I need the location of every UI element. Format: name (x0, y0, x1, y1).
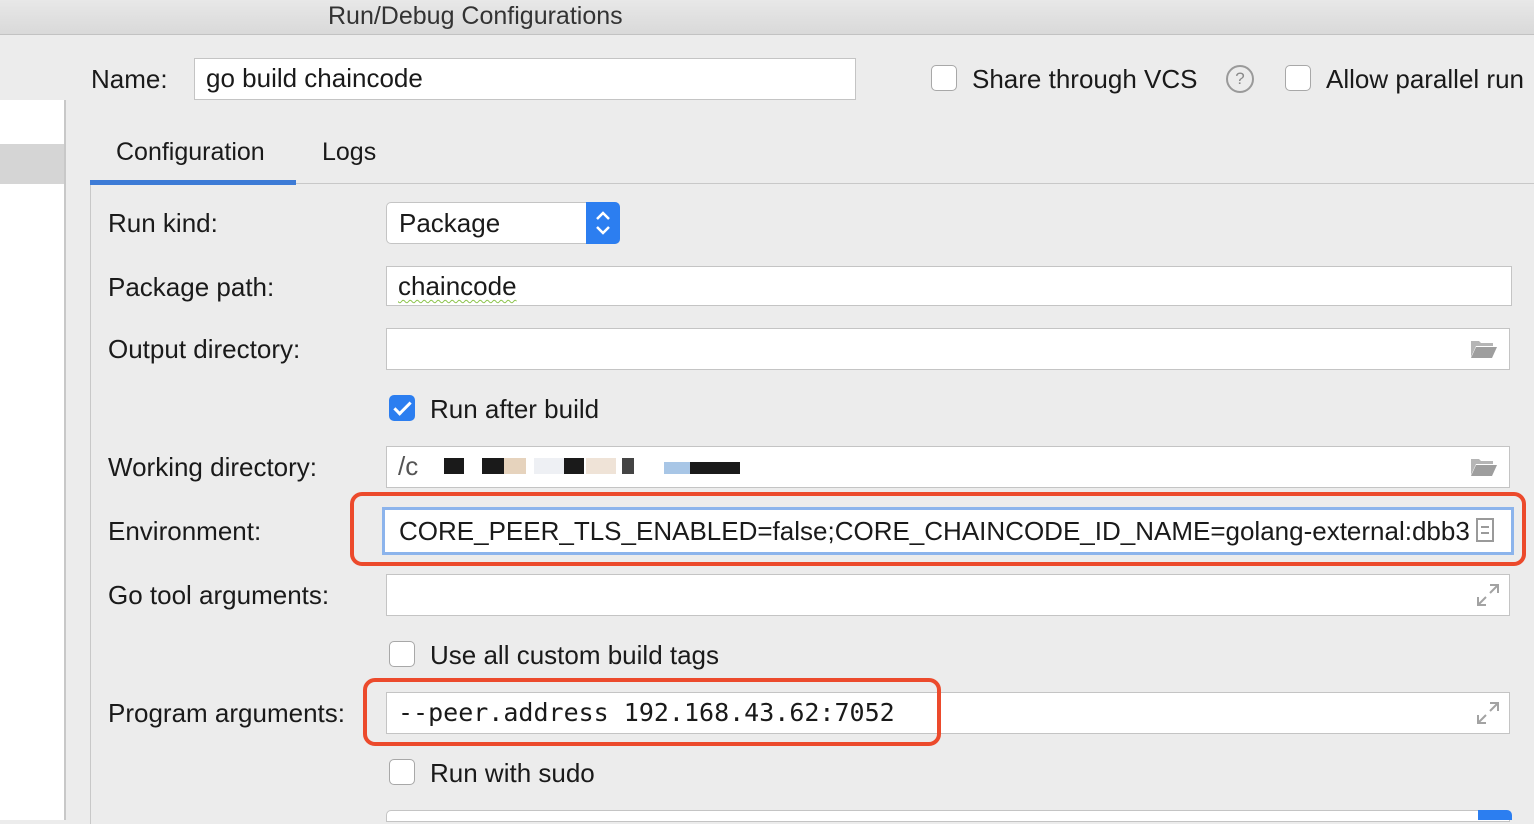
go-tool-arguments-input[interactable] (386, 574, 1510, 616)
title-bar: Run/Debug Configurations (0, 0, 1534, 35)
run-kind-select[interactable]: Package (386, 202, 620, 244)
run-kind-label: Run kind: (108, 208, 218, 238)
expand-icon[interactable] (1475, 700, 1501, 726)
configuration-tree-panel[interactable] (0, 100, 66, 820)
name-input[interactable]: go build chaincode (194, 58, 856, 100)
program-arguments-label: Program arguments: (108, 698, 345, 728)
working-directory-label: Working directory: (108, 452, 318, 482)
highlight-box-program-arguments (363, 678, 941, 746)
share-vcs-label: Share through VCS (972, 64, 1198, 94)
go-tool-arguments-label: Go tool arguments: (108, 580, 330, 610)
folder-icon[interactable] (1470, 457, 1498, 477)
share-vcs-checkbox[interactable] (931, 65, 957, 91)
chevron-updown-icon (586, 202, 620, 244)
run-kind-value: Package (399, 208, 501, 238)
tab-configuration[interactable]: Configuration (116, 138, 265, 167)
next-select-arrow[interactable] (1478, 810, 1512, 820)
run-after-build-checkbox[interactable] (389, 395, 415, 421)
use-all-custom-build-tags-checkbox[interactable] (389, 641, 415, 667)
next-field-partial[interactable] (386, 810, 1510, 822)
output-directory-label: Output directory: (108, 334, 301, 364)
package-path-value: chaincode (398, 271, 517, 301)
folder-icon[interactable] (1470, 339, 1498, 359)
name-label: Name: (91, 64, 168, 94)
highlight-box-environment (350, 492, 1526, 566)
expand-icon[interactable] (1475, 582, 1501, 608)
use-all-custom-build-tags-label: Use all custom build tags (430, 640, 720, 670)
selected-tree-item[interactable] (0, 144, 64, 184)
working-directory-value: /c (398, 451, 419, 481)
window-title: Run/Debug Configurations (328, 2, 623, 30)
run-after-build-label: Run after build (430, 394, 600, 424)
allow-parallel-label: Allow parallel run (1326, 64, 1524, 94)
package-path-label: Package path: (108, 272, 275, 302)
run-with-sudo-label: Run with sudo (430, 758, 595, 788)
output-directory-input[interactable] (386, 328, 1510, 370)
run-with-sudo-checkbox[interactable] (389, 759, 415, 785)
environment-label: Environment: (108, 516, 262, 546)
allow-parallel-checkbox[interactable] (1285, 65, 1311, 91)
question-circle-icon[interactable]: ? (1226, 65, 1254, 93)
active-tab-indicator (90, 180, 296, 185)
package-path-input[interactable]: chaincode (386, 266, 1512, 306)
redacted-path (444, 456, 744, 476)
tab-logs[interactable]: Logs (322, 138, 376, 167)
